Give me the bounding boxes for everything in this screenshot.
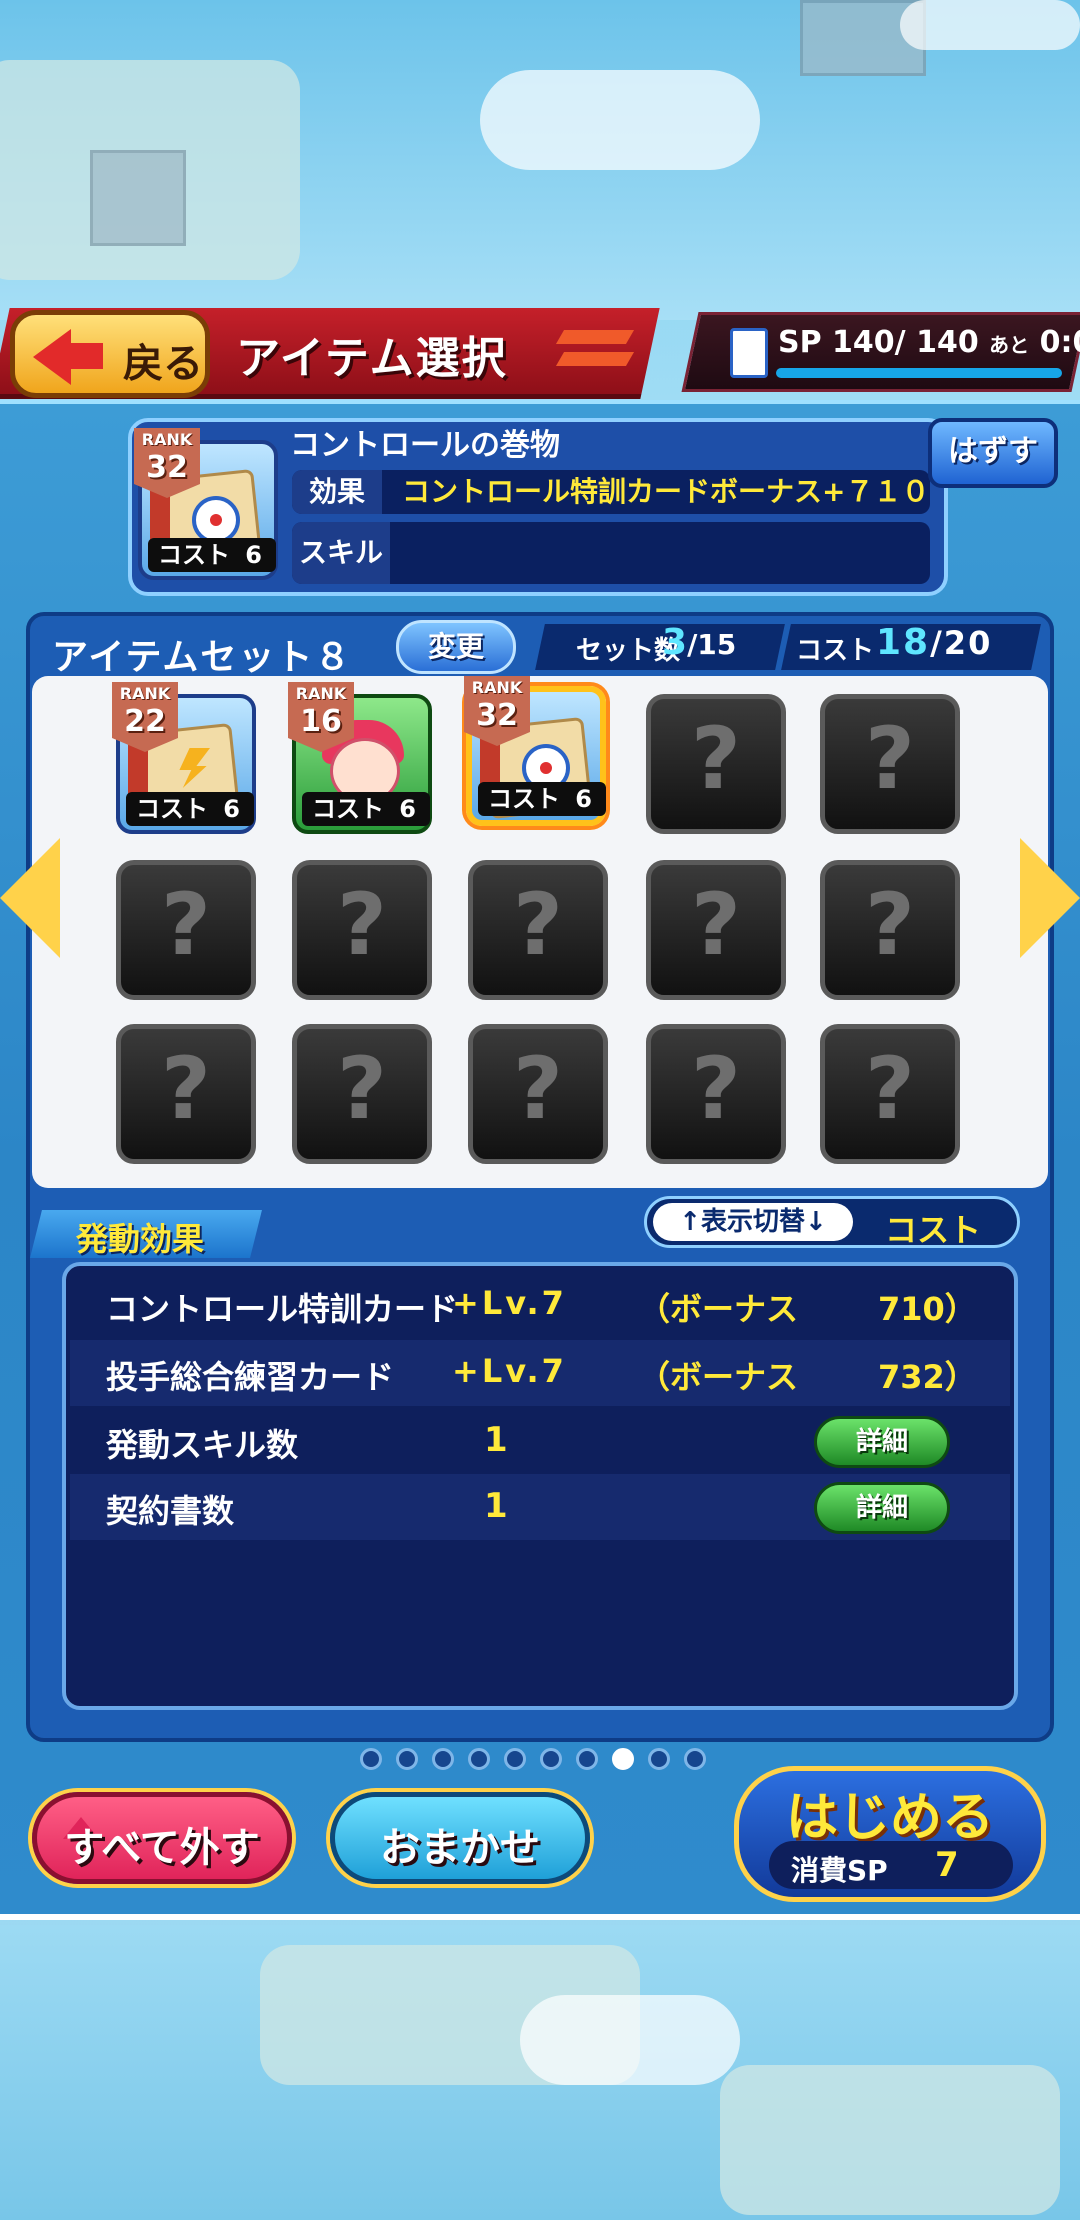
set-count-value: 3/15 (662, 622, 737, 663)
page-dot[interactable] (576, 1748, 598, 1770)
cloud-shape (900, 0, 1080, 50)
sp-gauge (776, 368, 1062, 378)
selected-item-effect: 効果 コントロール特訓カードボーナス+７１０ (292, 470, 930, 514)
skill-label: スキル (292, 522, 390, 584)
empty-slot[interactable]: ? (292, 1024, 432, 1164)
cloud-shape (480, 70, 760, 170)
contract-detail-button[interactable]: 詳細 (814, 1482, 950, 1534)
selected-item-skill: スキル (292, 522, 930, 584)
cost-label: コスト (796, 636, 875, 666)
page-dot[interactable] (360, 1748, 382, 1770)
change-set-button[interactable]: 変更 (396, 620, 516, 674)
remove-item-button[interactable]: はずす (928, 418, 1058, 488)
question-mark-icon: ? (691, 1039, 741, 1139)
start-button[interactable]: はじめる 消費SP 7 (734, 1766, 1046, 1902)
item-slot-3-selected[interactable]: RANK 32 コスト 6 (464, 676, 606, 826)
empty-slot[interactable]: ? (820, 1024, 960, 1164)
selected-item-icon[interactable]: RANK 32 コスト 6 (134, 428, 278, 580)
page-dot-active[interactable] (612, 1748, 634, 1770)
empty-slot[interactable]: ? (116, 1024, 256, 1164)
remove-all-label: すべて外す (64, 1825, 260, 1871)
item-set-name: アイテムセット８ (52, 637, 353, 678)
page-title: アイテム選択 (236, 333, 508, 384)
next-set-arrow-icon[interactable] (1020, 838, 1080, 958)
page-dot[interactable] (504, 1748, 526, 1770)
question-mark-icon: ? (865, 709, 915, 809)
toggle-label: ↑表示切替↓ (653, 1203, 853, 1241)
page-dot[interactable] (432, 1748, 454, 1770)
auto-select-label: おまかせ (380, 1825, 540, 1871)
empty-slot[interactable]: ? (820, 860, 960, 1000)
question-mark-icon: ? (865, 1039, 915, 1139)
question-mark-icon: ? (691, 709, 741, 809)
sp-status: SP 140/ 140 あと 0:00 (778, 325, 1080, 360)
empty-slot[interactable]: ? (468, 1024, 608, 1164)
start-label: はじめる (785, 1788, 994, 1848)
question-mark-icon: ? (161, 875, 211, 975)
skill-count-row: 発動スキル数 1 詳細 (70, 1408, 1010, 1474)
empty-slot[interactable]: ? (820, 694, 960, 834)
empty-slot[interactable]: ? (646, 860, 786, 1000)
page-dot[interactable] (540, 1748, 562, 1770)
effect-label: 効果 (292, 470, 382, 514)
rank-badge: RANK 22 (112, 682, 178, 752)
activation-title: 発動効果 (76, 1220, 205, 1258)
cloud-shape (520, 1995, 740, 2085)
building-shape (90, 150, 186, 246)
cost-strip: コスト 6 (478, 782, 606, 816)
cost-strip: コスト 6 (126, 792, 254, 826)
start-sp-cost: 消費SP 7 (769, 1841, 1013, 1889)
question-mark-icon: ? (691, 875, 741, 975)
rank-badge: RANK 32 (134, 428, 200, 498)
page-indicator (360, 1748, 706, 1772)
rank-badge: RANK 32 (464, 676, 530, 746)
prev-set-arrow-icon[interactable] (0, 838, 60, 958)
remove-all-button[interactable]: すべて外す (32, 1792, 292, 1884)
selected-item-name: コントロールの巻物 (290, 428, 560, 463)
background-top (0, 0, 1080, 320)
page-dot[interactable] (396, 1748, 418, 1770)
item-slot-1[interactable]: RANK 22 コスト 6 (112, 682, 256, 834)
contract-count-row: 契約書数 1 詳細 (70, 1474, 1010, 1540)
question-mark-icon: ? (513, 875, 563, 975)
effect-row: コントロール特訓カード +Lv.7 （ボーナス 710） (106, 1284, 977, 1328)
empty-slot[interactable]: ? (646, 694, 786, 834)
question-mark-icon: ? (337, 1039, 387, 1139)
effect-row: 投手総合練習カード +Lv.7 （ボーナス 732） (70, 1340, 1010, 1406)
skill-detail-button[interactable]: 詳細 (814, 1416, 950, 1468)
cost-strip: コスト 6 (302, 792, 430, 826)
effect-value: コントロール特訓カードボーナス+７１０ (402, 475, 930, 508)
display-toggle[interactable]: ↑表示切替↓ コスト (644, 1196, 1020, 1249)
back-button[interactable]: 戻る (10, 310, 210, 398)
empty-slot[interactable]: ? (646, 1024, 786, 1164)
header-stripe (555, 330, 635, 344)
question-mark-icon: ? (513, 1039, 563, 1139)
question-mark-icon: ? (161, 1039, 211, 1139)
page-dot[interactable] (648, 1748, 670, 1770)
cost-value: 18/20 (876, 622, 993, 663)
page-dot[interactable] (468, 1748, 490, 1770)
header-stripe (555, 352, 635, 366)
target-icon (192, 496, 240, 544)
toggle-value: コスト (885, 1211, 982, 1249)
back-arrow-icon-bar (65, 343, 103, 369)
auto-select-button[interactable]: おまかせ (330, 1792, 590, 1884)
question-mark-icon: ? (865, 875, 915, 975)
back-label: 戻る (123, 341, 203, 387)
question-mark-icon: ? (337, 875, 387, 975)
page-dot[interactable] (684, 1748, 706, 1770)
empty-slot[interactable]: ? (116, 860, 256, 1000)
sp-card-icon (730, 328, 768, 378)
item-slot-2[interactable]: RANK 16 コスト 6 (288, 682, 432, 834)
empty-slot[interactable]: ? (468, 860, 608, 1000)
island-shape (720, 2065, 1060, 2215)
rank-badge: RANK 16 (288, 682, 354, 752)
empty-slot[interactable]: ? (292, 860, 432, 1000)
item-set-header: アイテムセット８ 変更 セット数 3/15 コスト 18/20 (30, 618, 1050, 678)
background-bottom (0, 1925, 1080, 2220)
cost-strip: コスト 6 (148, 538, 276, 572)
